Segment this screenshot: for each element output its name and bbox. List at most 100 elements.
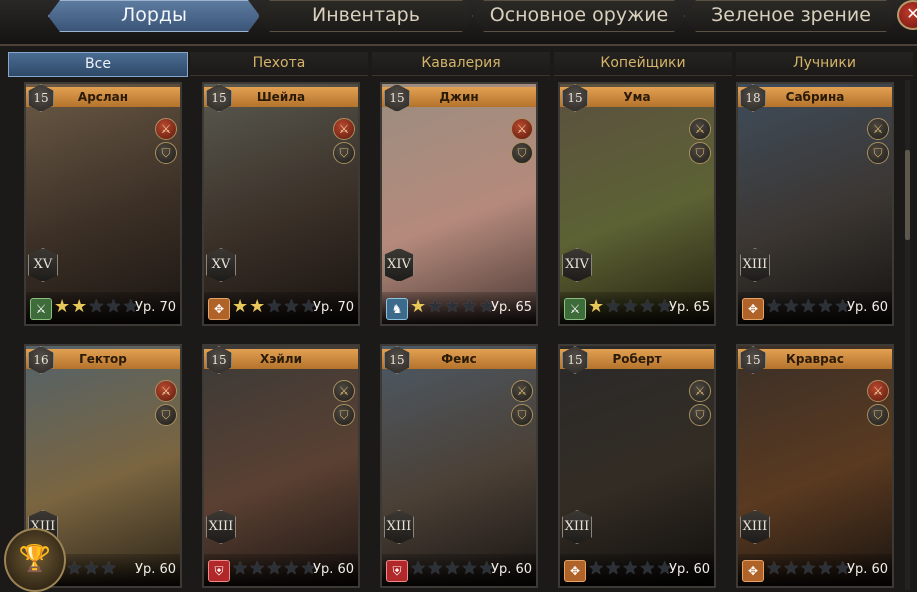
tab-lords[interactable]: Лорды: [48, 0, 260, 32]
lord-card[interactable]: Джин 15 ⚔ ⛉ XIV ♞ ★★★★★ Ур. 65: [380, 82, 538, 326]
lord-stars: ★★★★★: [588, 296, 674, 318]
lord-portrait: [738, 346, 892, 586]
star-empty-icon: ★: [444, 296, 462, 317]
star-empty-icon: ★: [266, 296, 284, 317]
red-shield-icon: ⛨: [386, 560, 408, 582]
orange-shield-icon: ✥: [742, 298, 764, 320]
lord-level: Ур. 65: [491, 300, 532, 315]
star-filled-icon: ★: [410, 296, 428, 317]
star-empty-icon: ★: [427, 558, 445, 579]
lord-portrait: [560, 346, 714, 586]
star-empty-icon: ★: [800, 558, 818, 579]
star-empty-icon: ★: [88, 296, 106, 317]
green-sword-icon: ⚔: [564, 298, 586, 320]
red-shield-icon: ⛨: [208, 560, 230, 582]
lord-stars: ★★★★★: [232, 558, 318, 580]
lord-portrait: [382, 346, 536, 586]
close-button[interactable]: ✕: [897, 0, 917, 30]
weapon-skill-icon[interactable]: ⚔: [511, 118, 533, 140]
lord-level: Ур. 65: [669, 300, 710, 315]
lord-rank-numeral: XIII: [740, 248, 770, 282]
weapon-skill-icon[interactable]: ⚔: [155, 118, 177, 140]
blue-horse-icon: ♞: [386, 298, 408, 320]
green-sword-icon: ⚔: [30, 298, 52, 320]
crest-skill-icon[interactable]: ⛉: [333, 404, 355, 426]
weapon-skill-icon[interactable]: ⚔: [867, 380, 889, 402]
lord-level: Ур. 60: [847, 300, 888, 315]
star-empty-icon: ★: [783, 296, 801, 317]
lord-rank-numeral: XIV: [562, 248, 592, 282]
filter-infantry[interactable]: Пехота: [190, 52, 368, 76]
filter-cavalry[interactable]: Кавалерия: [372, 52, 550, 76]
orange-shield-icon: ✥: [564, 560, 586, 582]
crest-skill-icon[interactable]: ⛉: [511, 142, 533, 164]
lord-portrait: [204, 84, 358, 324]
star-empty-icon: ★: [444, 558, 462, 579]
filter-spearmen[interactable]: Копейщики: [554, 52, 732, 76]
weapon-skill-icon[interactable]: ⚔: [155, 380, 177, 402]
lord-level: Ур. 60: [135, 562, 176, 577]
crest-skill-icon[interactable]: ⛉: [333, 142, 355, 164]
weapon-skill-icon[interactable]: ⚔: [333, 380, 355, 402]
star-empty-icon: ★: [605, 296, 623, 317]
lord-level: Ур. 60: [491, 562, 532, 577]
filter-all[interactable]: Все: [8, 52, 188, 77]
grail-icon[interactable]: 🏆: [4, 528, 66, 592]
crest-skill-icon[interactable]: ⛉: [867, 404, 889, 426]
lord-card[interactable]: Роберт 15 ⚔ ⛉ XIII ✥ ★★★★★ Ур. 60: [558, 344, 716, 588]
weapon-skill-icon[interactable]: ⚔: [689, 118, 711, 140]
lord-stars: ★★★★★: [588, 558, 674, 580]
lord-card[interactable]: Феис 15 ⚔ ⛉ XIII ⛨ ★★★★★ Ур. 60: [380, 344, 538, 588]
lord-portrait: [204, 346, 358, 586]
crest-skill-icon[interactable]: ⛉: [689, 404, 711, 426]
star-empty-icon: ★: [66, 558, 84, 579]
lord-card[interactable]: Хэйли 15 ⚔ ⛉ XIII ⛨ ★★★★★ Ур. 60: [202, 344, 360, 588]
lord-card[interactable]: Арслан 15 ⚔ ⛉ XV ⚔ ★★★★★ Ур. 70: [24, 82, 182, 326]
star-empty-icon: ★: [817, 558, 835, 579]
weapon-skill-icon[interactable]: ⚔: [511, 380, 533, 402]
star-empty-icon: ★: [283, 558, 301, 579]
star-empty-icon: ★: [461, 296, 479, 317]
tab-main-weapon[interactable]: Основное оружие: [472, 0, 686, 32]
star-empty-icon: ★: [83, 558, 101, 579]
lord-stars: ★★★★★: [766, 558, 852, 580]
weapon-skill-icon[interactable]: ⚔: [867, 118, 889, 140]
crest-skill-icon[interactable]: ⛉: [155, 142, 177, 164]
filter-archers[interactable]: Лучники: [736, 52, 913, 76]
star-empty-icon: ★: [410, 558, 428, 579]
lords-grid: Арслан 15 ⚔ ⛉ XV ⚔ ★★★★★ Ур. 70 Шейла 15 ⚔ ⛉ XV ✥ ★★★★…: [0, 80, 905, 592]
lord-level: Ур. 60: [313, 562, 354, 577]
lord-stars: ★★★★★: [232, 296, 318, 318]
weapon-skill-icon[interactable]: ⚔: [689, 380, 711, 402]
tab-inventory[interactable]: Инвентарь: [258, 0, 474, 32]
lord-rank-numeral: XV: [28, 248, 58, 282]
lord-level: Ур. 60: [669, 562, 710, 577]
star-filled-icon: ★: [54, 296, 72, 317]
top-tab-bar: Лорды Инвентарь Основное оружие Зеленое …: [0, 0, 917, 46]
star-empty-icon: ★: [639, 558, 657, 579]
lord-card[interactable]: Шейла 15 ⚔ ⛉ XV ✥ ★★★★★ Ур. 70: [202, 82, 360, 326]
lord-card[interactable]: Ума 15 ⚔ ⛉ XIV ⚔ ★★★★★ Ур. 65: [558, 82, 716, 326]
star-empty-icon: ★: [622, 558, 640, 579]
crest-skill-icon[interactable]: ⛉: [155, 404, 177, 426]
crest-skill-icon[interactable]: ⛉: [867, 142, 889, 164]
lord-card[interactable]: Краврас 15 ⚔ ⛉ XIII ✥ ★★★★★ Ур. 60: [736, 344, 894, 588]
star-empty-icon: ★: [100, 558, 118, 579]
star-empty-icon: ★: [766, 296, 784, 317]
lord-rank-numeral: XV: [206, 248, 236, 282]
scrollbar-thumb[interactable]: [905, 150, 910, 240]
crest-skill-icon[interactable]: ⛉: [689, 142, 711, 164]
lord-stars: ★★★★★: [766, 296, 852, 318]
crest-skill-icon[interactable]: ⛉: [511, 404, 533, 426]
lord-stars: ★★★★★: [410, 558, 496, 580]
star-empty-icon: ★: [588, 558, 606, 579]
star-empty-icon: ★: [800, 296, 818, 317]
star-empty-icon: ★: [266, 558, 284, 579]
weapon-skill-icon[interactable]: ⚔: [333, 118, 355, 140]
tab-greensight[interactable]: Зеленое зрение: [684, 0, 898, 32]
star-empty-icon: ★: [766, 558, 784, 579]
star-empty-icon: ★: [461, 558, 479, 579]
star-empty-icon: ★: [783, 558, 801, 579]
lord-card[interactable]: Сабрина 18 ⚔ ⛉ XIII ✥ ★★★★★ Ур. 60: [736, 82, 894, 326]
star-empty-icon: ★: [605, 558, 623, 579]
